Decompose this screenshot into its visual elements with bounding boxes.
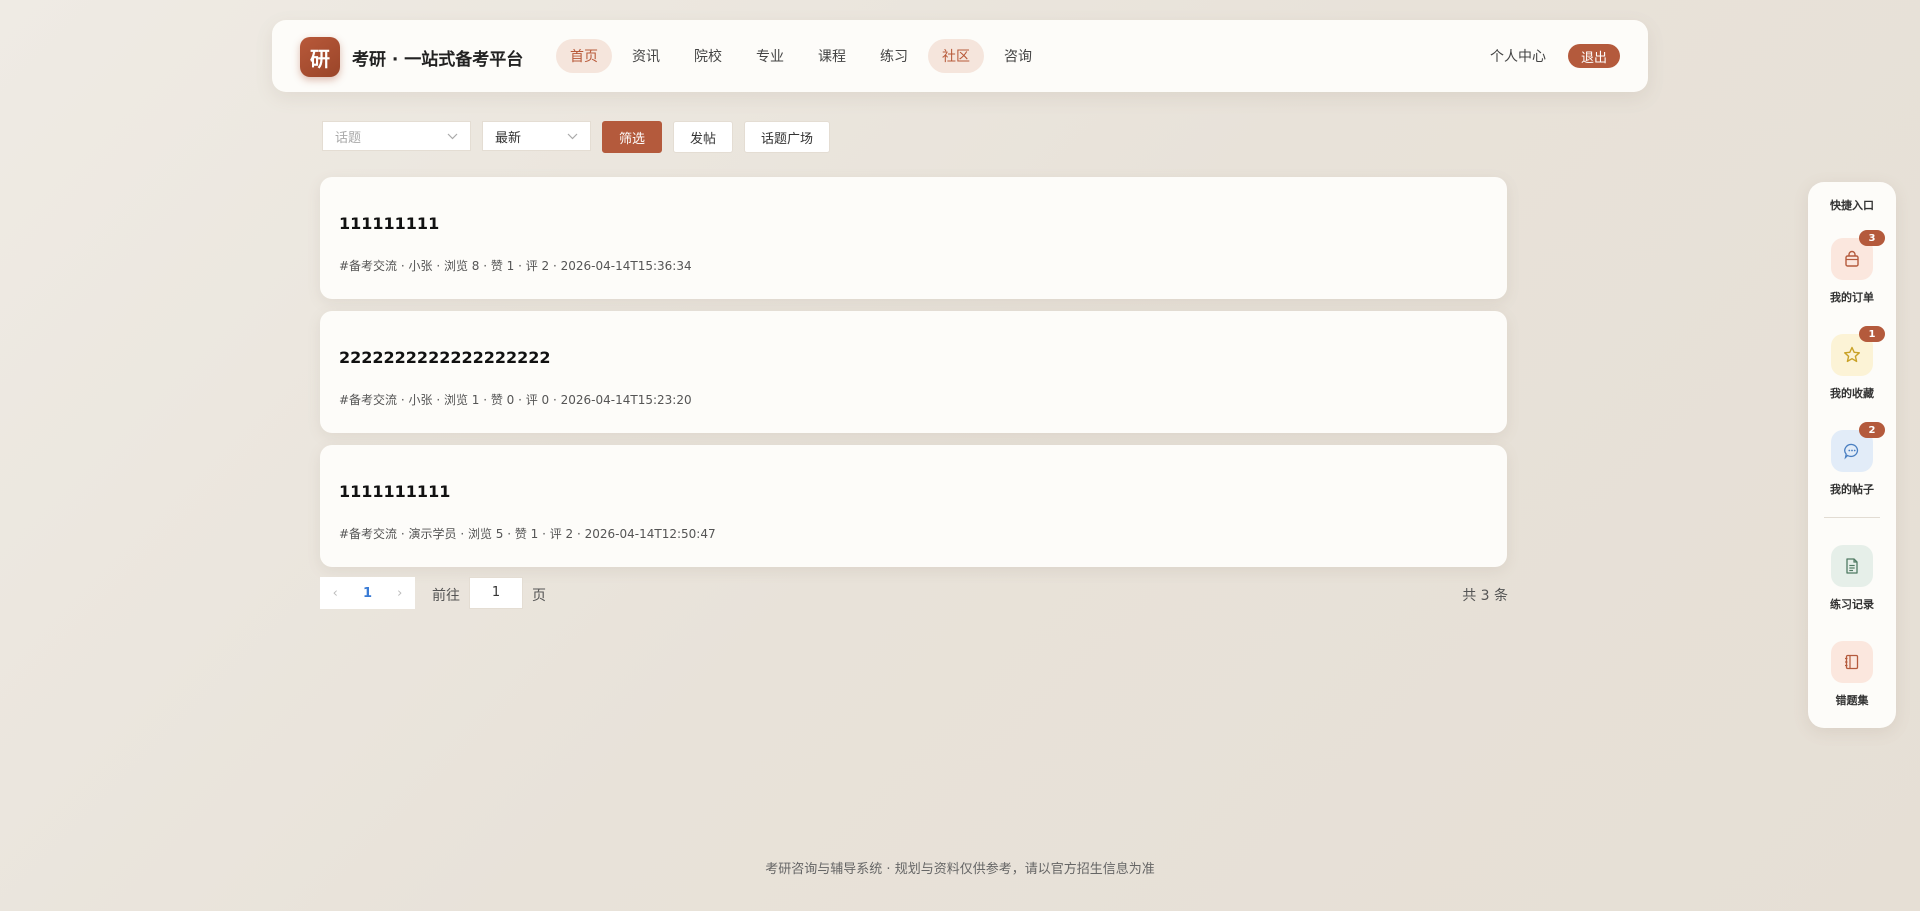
nav-practice[interactable]: 练习 [866, 39, 922, 73]
new-post-button[interactable]: 发帖 [673, 121, 734, 153]
quick-item-label: 我的收藏 [1830, 387, 1874, 400]
document-icon [1831, 545, 1873, 587]
footer-text: 考研咨询与辅导系统 · 规划与资料仅供参考，请以官方招生信息为准 [765, 862, 1155, 877]
post-title[interactable]: 1111111111 [339, 482, 450, 501]
post-title[interactable]: 111111111 [339, 214, 439, 233]
page-unit-label: 页 [532, 588, 546, 604]
total-count: 共 3 条 [1462, 588, 1508, 604]
post-card[interactable]: 2222222222222222222 #备考交流 · 小张 · 浏览 1 · … [320, 311, 1507, 433]
quick-item-favorites[interactable]: 1 我的收藏 [1808, 326, 1896, 401]
quick-item-orders[interactable]: 3 我的订单 [1808, 230, 1896, 305]
brand-title[interactable]: 考研 · 一站式备考平台 [352, 45, 523, 70]
quick-item-posts[interactable]: 2 我的帖子 [1808, 422, 1896, 497]
nav-consult[interactable]: 咨询 [990, 39, 1046, 73]
main-nav: 首页 资讯 院校 专业 课程 练习 社区 咨询 [556, 39, 1046, 73]
topic-select-placeholder: 话题 [335, 130, 362, 146]
chevron-down-icon [567, 130, 578, 143]
sort-select-value: 最新 [495, 130, 522, 146]
goto-page-input[interactable]: 1 [469, 577, 523, 609]
nav-majors[interactable]: 专业 [742, 39, 798, 73]
topic-square-button[interactable]: 话题广场 [744, 121, 831, 153]
quick-panel-title: 快捷入口 [1830, 199, 1874, 212]
post-meta: #备考交流 · 小张 · 浏览 8 · 赞 1 · 评 2 · 2026-04-… [339, 259, 692, 273]
sort-select[interactable]: 最新 [482, 121, 591, 151]
orders-badge: 3 [1859, 230, 1885, 246]
goto-label: 前往 [432, 588, 460, 604]
quick-panel-divider [1824, 517, 1880, 518]
quick-item-label: 练习记录 [1830, 598, 1874, 611]
nav-news[interactable]: 资讯 [618, 39, 674, 73]
personal-center-link[interactable]: 个人中心 [1490, 46, 1546, 66]
quick-item-practice-records[interactable]: 练习记录 [1808, 545, 1896, 612]
post-card[interactable]: 1111111111 #备考交流 · 演示学员 · 浏览 5 · 赞 1 · 评… [320, 445, 1507, 567]
logout-button[interactable]: 退出 [1567, 44, 1620, 68]
page-number[interactable]: 1 [363, 586, 372, 601]
quick-access-panel: 快捷入口 3 我的订单 1 我的收藏 2 我的帖子 练习记录 错题集 [1808, 182, 1896, 728]
post-meta: #备考交流 · 小张 · 浏览 1 · 赞 0 · 评 0 · 2026-04-… [339, 393, 692, 407]
nav-community[interactable]: 社区 [928, 39, 984, 73]
quick-item-label: 错题集 [1835, 694, 1869, 707]
post-card[interactable]: 111111111 #备考交流 · 小张 · 浏览 8 · 赞 1 · 评 2 … [320, 177, 1507, 299]
quick-item-label: 我的帖子 [1830, 483, 1874, 496]
filter-bar: 话题 最新 筛选 发帖 话题广场 [322, 121, 831, 153]
quick-item-mistakes[interactable]: 错题集 [1808, 641, 1896, 708]
nav-home[interactable]: 首页 [556, 39, 612, 73]
logo[interactable]: 研 [300, 37, 340, 77]
top-navbar: 研 考研 · 一站式备考平台 首页 资讯 院校 专业 课程 练习 社区 咨询 个… [272, 20, 1648, 92]
chevron-down-icon [447, 130, 458, 143]
chat-icon: 2 [1831, 422, 1885, 472]
star-icon: 1 [1831, 326, 1885, 376]
next-page-icon[interactable]: › [397, 586, 402, 601]
topic-select[interactable]: 话题 [322, 121, 471, 151]
filter-button[interactable]: 筛选 [602, 121, 663, 153]
posts-badge: 2 [1859, 422, 1885, 438]
post-meta: #备考交流 · 演示学员 · 浏览 5 · 赞 1 · 评 2 · 2026-0… [339, 527, 716, 541]
bag-icon: 3 [1831, 230, 1885, 280]
nav-courses[interactable]: 课程 [804, 39, 860, 73]
notebook-icon [1831, 641, 1873, 683]
user-actions: 个人中心 退出 [1490, 44, 1620, 68]
quick-item-label: 我的订单 [1830, 291, 1874, 304]
favorites-badge: 1 [1859, 326, 1885, 342]
prev-page-icon[interactable]: ‹ [333, 586, 338, 601]
pagination: ‹ 1 › [320, 577, 415, 609]
nav-schools[interactable]: 院校 [680, 39, 736, 73]
post-title[interactable]: 2222222222222222222 [339, 348, 551, 367]
